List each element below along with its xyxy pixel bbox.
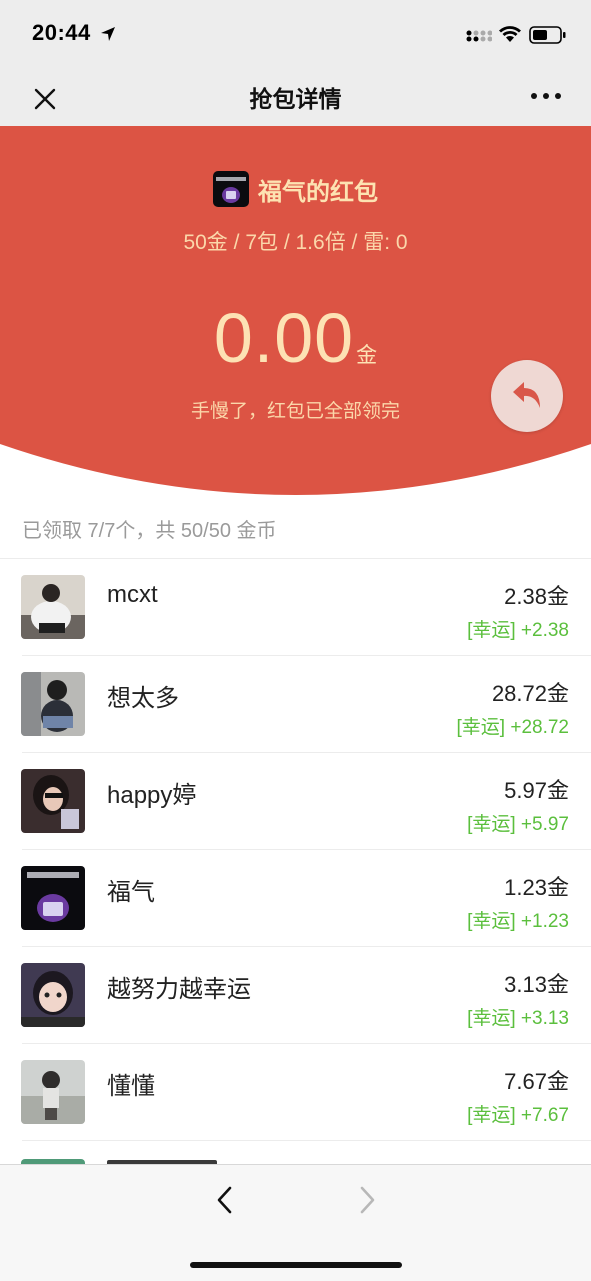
recipient-amount: 7.67金	[504, 1069, 569, 1094]
list-item[interactable]: 想太多 28.72金 [幸运] +28.72	[0, 656, 591, 753]
more-options-icon[interactable]	[526, 82, 566, 110]
sender-avatar	[213, 171, 249, 207]
recipient-amount: 5.97金	[504, 778, 569, 803]
list-item[interactable]: happy婷 5.97金 [幸运] +5.97	[0, 753, 591, 850]
amount-value: 0.00	[213, 299, 355, 377]
avatar	[21, 963, 85, 1027]
lucky-tag: [幸运] +1.23	[467, 911, 569, 932]
recipient-name: 福气	[107, 879, 155, 906]
packet-info: 50金 / 7包 / 1.6倍 / 雷: 0	[183, 231, 408, 254]
reply-arrow-icon	[513, 382, 540, 408]
avatar	[21, 672, 85, 736]
recipient-amount: 3.13金	[504, 972, 569, 997]
forward-chevron-icon[interactable]	[354, 1185, 380, 1215]
amount-unit: 金	[356, 344, 378, 367]
sender-name: 福气的红包	[258, 178, 378, 206]
status-bar: 20:44	[0, 0, 591, 66]
wifi-icon	[499, 26, 521, 42]
lucky-tag: [幸运] +5.97	[467, 814, 569, 835]
nav-bar: 抢包详情	[0, 66, 591, 127]
back-chevron-icon[interactable]	[212, 1185, 238, 1215]
location-arrow-icon	[101, 27, 115, 41]
battery-icon	[529, 26, 566, 44]
lucky-tag: [幸运] +7.67	[467, 1105, 569, 1126]
recipient-name: mcxt	[107, 581, 158, 608]
claim-summary: 已领取 7/7个，共 50/50 金币	[22, 520, 277, 542]
recipient-list: mcxt 2.38金 [幸运] +2.38 想太多 28.72金 [幸运] +2…	[0, 559, 591, 1141]
recipient-amount: 1.23金	[504, 875, 569, 900]
recipient-name: 懂懂	[107, 1073, 155, 1100]
recipient-name: 想太多	[107, 685, 179, 712]
avatar	[21, 575, 85, 639]
lucky-tag: [幸运] +3.13	[467, 1008, 569, 1029]
recipient-amount: 2.38金	[504, 584, 569, 609]
list-item[interactable]: 懂懂 7.67金 [幸运] +7.67	[0, 1044, 591, 1141]
lucky-tag: [幸运] +28.72	[456, 717, 569, 738]
avatar	[21, 1060, 85, 1124]
lucky-tag: [幸运] +2.38	[467, 620, 569, 641]
recipient-amount: 28.72金	[491, 681, 569, 706]
cellular-signal-icon	[466, 30, 492, 42]
recipient-name: happy婷	[107, 782, 197, 809]
list-item[interactable]: mcxt 2.38金 [幸运] +2.38	[0, 559, 591, 656]
grabbed-amount: 0.00金	[0, 298, 591, 378]
avatar	[21, 866, 85, 930]
list-item[interactable]: 越努力越幸运 3.13金 [幸运] +3.13	[0, 947, 591, 1044]
avatar	[21, 769, 85, 833]
recipient-name: 越努力越幸运	[107, 976, 251, 1003]
sender-row: 福气的红包	[0, 170, 591, 208]
home-indicator	[190, 1262, 402, 1268]
list-item[interactable]: 福气 1.23金 [幸运] +1.23	[0, 850, 591, 947]
status-time: 20:44	[32, 20, 91, 45]
reply-button[interactable]	[491, 360, 563, 432]
red-packet-header: 福气的红包 50金 / 7包 / 1.6倍 / 雷: 0 0.00金 手慢了，红…	[0, 126, 591, 498]
page-title: 抢包详情	[249, 86, 342, 112]
